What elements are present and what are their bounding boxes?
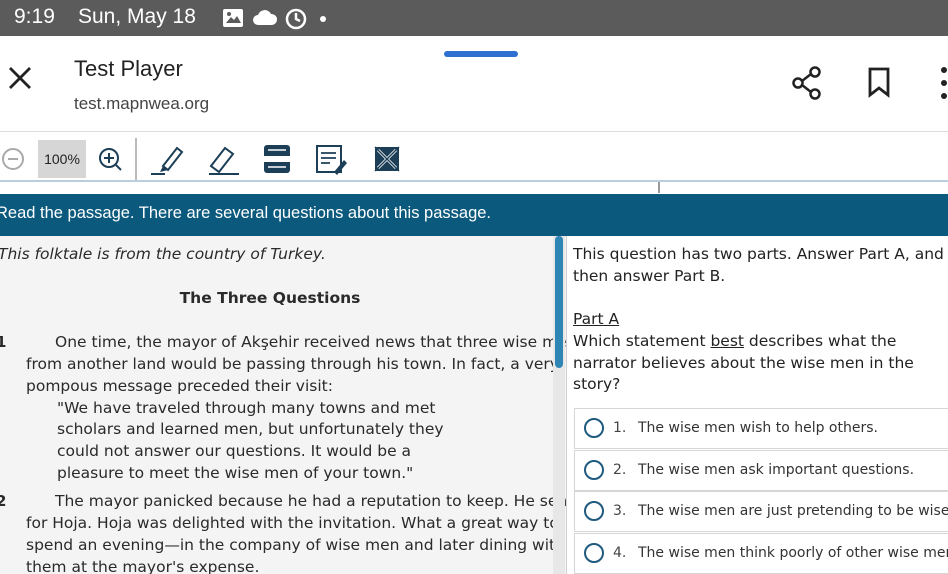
pane-marker (658, 182, 660, 193)
zoom-in-icon (99, 148, 122, 171)
answer-option-2[interactable]: 2. The wise men ask important questions. (574, 450, 948, 491)
more-options-icon[interactable] (938, 66, 948, 100)
radio-button[interactable] (584, 418, 604, 438)
option-number: 3. (613, 503, 627, 519)
notepad-button[interactable] (313, 140, 349, 178)
test-toolbar: 100% (0, 134, 948, 182)
radio-button[interactable] (584, 460, 604, 480)
zoom-in-button[interactable] (96, 140, 124, 178)
answer-option-3[interactable]: 3. The wise men are just pretending to b… (574, 491, 948, 532)
answer-option-4[interactable]: 4. The wise men think poorly of other wi… (574, 533, 948, 574)
radio-button[interactable] (584, 501, 604, 521)
toolbar-divider (135, 138, 137, 180)
highlighter-icon (151, 146, 184, 175)
passage-quote-line: scholars and learned men, but unfortunat… (57, 420, 444, 438)
paragraph-number: 1 (0, 333, 7, 351)
part-label: Part A (573, 310, 620, 328)
option-number: 1. (613, 420, 627, 436)
stem-text: describes what the (744, 332, 897, 350)
page-url: test.mapnwea.org (74, 94, 210, 113)
passage-quote-line: "We have traveled through many towns and… (57, 399, 436, 417)
status-date: Sun, May 18 (78, 5, 196, 28)
option-text: The wise men wish to help others. (638, 420, 878, 436)
passage-line: One time, the mayor of Akşehir received … (55, 333, 566, 351)
passage-line: them at the mayor's expense. (26, 558, 260, 574)
passage-line: for Hoja. Hoja was delighted with the in… (26, 514, 559, 532)
status-time: 9:19 (14, 5, 55, 28)
stem-emphasis: best (710, 332, 744, 350)
banner-text: Read the passage. There are several ques… (0, 204, 492, 222)
toolbar-strip (0, 182, 948, 194)
passage-pane: This folktale is from the country of Tur… (0, 236, 566, 574)
cloud-icon (253, 10, 278, 25)
option-number: 4. (613, 545, 627, 561)
image-icon (223, 9, 243, 27)
passage-intro: This folktale is from the country of Tur… (0, 245, 326, 263)
status-bar: 9:19 Sun, May 18 (0, 0, 948, 36)
radio-button[interactable] (584, 543, 604, 563)
notification-dot-icon (320, 16, 326, 22)
zoom-level: 100% (38, 140, 86, 178)
option-text: The wise men ask important questions. (638, 462, 915, 478)
eraser-button[interactable] (204, 140, 242, 178)
eraser-icon (209, 146, 239, 175)
passage-title: The Three Questions (179, 289, 361, 307)
stem-text: Which statement (573, 332, 711, 350)
passage-line: The mayor panicked because he had a repu… (55, 492, 566, 510)
question-stem: Which statement best describes what the (573, 332, 896, 350)
option-text: The wise men are just pretending to be w… (638, 503, 948, 519)
passage-line: pompous message preceded their visit: (26, 377, 333, 395)
drag-handle[interactable] (444, 51, 518, 57)
question-stem: narrator believes about the wise men in … (573, 354, 914, 372)
paragraph-number: 2 (0, 492, 7, 510)
passage-quote-line: could not answer our questions. It would… (57, 442, 412, 460)
close-icon[interactable] (6, 64, 34, 92)
passage-scroll-thumb[interactable] (555, 236, 563, 368)
zoom-out-icon (2, 148, 24, 170)
question-instructions: This question has two parts. Answer Part… (573, 245, 944, 263)
bookmark-icon[interactable] (866, 66, 892, 98)
browser-header: Test Player test.mapnwea.org (0, 36, 948, 132)
answer-eliminator-icon (374, 146, 400, 172)
line-reader-icon (264, 145, 290, 173)
passage-line: spend an evening—in the company of wise … (26, 536, 565, 554)
question-stem: story? (573, 375, 621, 393)
passage-line: from another land would be passing throu… (26, 355, 559, 373)
question-pane: This question has two parts. Answer Part… (567, 236, 948, 574)
highlighter-button[interactable] (148, 140, 186, 178)
line-reader-button[interactable] (260, 140, 294, 178)
zoom-out-button[interactable] (0, 140, 26, 178)
page-title: Test Player (74, 56, 183, 81)
option-text: The wise men think poorly of other wise … (638, 545, 948, 561)
passage-quote-line: pleasure to meet the wise men of your to… (57, 464, 414, 482)
sync-icon (285, 8, 307, 30)
option-number: 2. (613, 462, 627, 478)
answer-option-1[interactable]: 1. The wise men wish to help others. (574, 408, 948, 449)
instruction-banner: Read the passage. There are several ques… (0, 194, 948, 236)
notepad-icon (316, 145, 347, 175)
share-icon[interactable] (792, 66, 822, 100)
answer-eliminator-button[interactable] (370, 140, 404, 178)
question-instructions: then answer Part B. (573, 267, 726, 285)
